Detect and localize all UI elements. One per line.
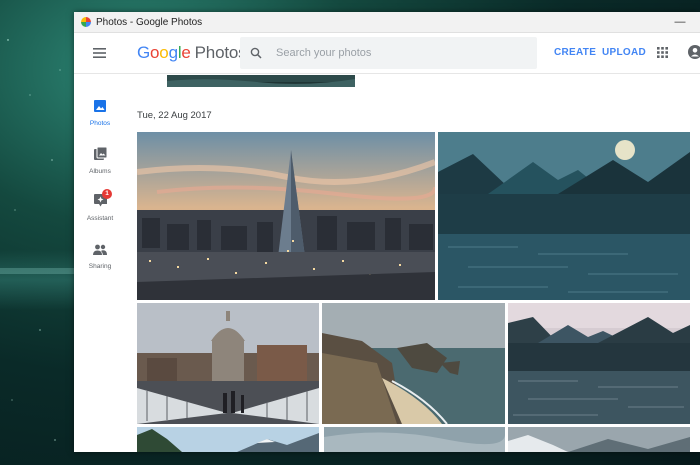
sidebar-item-label: Albums	[89, 168, 111, 175]
search-icon	[250, 47, 262, 59]
photo-thumbnail-previous[interactable]	[167, 75, 355, 87]
photo-mountain-lake-moon	[438, 132, 690, 300]
photo-grid: Tue, 22 Aug 2017	[137, 75, 700, 452]
photo-thumbnail[interactable]	[137, 303, 319, 424]
photo-mountain-snow	[137, 427, 319, 452]
sidebar-item-albums[interactable]: Albums	[74, 146, 126, 175]
account-icon[interactable]	[688, 45, 700, 59]
sidebar-item-label: Photos	[89, 120, 111, 127]
photo-thumbnail[interactable]	[322, 303, 505, 424]
photo-snowy-peak	[508, 427, 690, 452]
sidebar-item-photos[interactable]: Photos	[74, 99, 126, 127]
photo-thumbnail[interactable]	[438, 132, 690, 300]
sidebar-item-label: Sharing	[88, 263, 112, 270]
date-header: Tue, 22 Aug 2017	[137, 110, 212, 121]
notification-badge: 1	[102, 189, 112, 199]
photo-thumbnail[interactable]	[508, 303, 690, 424]
photo-thumbnail[interactable]	[324, 427, 505, 452]
desktop-wallpaper-stars	[0, 39, 75, 441]
logo-product-name: Photos	[194, 43, 247, 62]
photo-st-pauls-bridge	[137, 303, 319, 424]
google-photos-favicon	[81, 17, 91, 27]
photo-thumbnail[interactable]	[508, 427, 690, 452]
logo-letter-e: e	[181, 43, 191, 62]
search-bar[interactable]	[240, 37, 537, 69]
minimize-button[interactable]: —	[660, 16, 700, 28]
sharing-icon	[93, 244, 107, 255]
main-menu-button[interactable]	[74, 33, 124, 73]
apps-grid-icon[interactable]	[657, 47, 668, 58]
sidebar-nav: Photos Albums 1 Assistant Sharing	[74, 75, 126, 452]
photo-icon	[94, 100, 106, 112]
hamburger-menu-icon	[92, 48, 106, 58]
photo-london-skyline	[137, 132, 435, 300]
browser-window: Photos - Google Photos — GooglePhotos CR…	[74, 12, 700, 452]
sidebar-item-sharing[interactable]: Sharing	[74, 242, 126, 270]
logo-letter-o2: o	[159, 43, 169, 62]
google-photos-logo[interactable]: Google Photos	[137, 43, 247, 63]
photo-image	[167, 75, 355, 87]
sidebar-item-label: Assistant	[86, 215, 114, 222]
upload-button[interactable]: UPLOAD	[602, 47, 646, 58]
photo-thumbnail[interactable]	[137, 132, 435, 300]
albums-icon	[93, 146, 107, 160]
logo-letter-o1: o	[150, 43, 160, 62]
photo-cloudy-sky	[324, 427, 505, 452]
window-title: Photos - Google Photos	[96, 16, 203, 28]
photo-mountain-lake-twilight	[508, 303, 690, 424]
search-button[interactable]	[240, 47, 272, 59]
title-bar: Photos - Google Photos —	[74, 12, 700, 33]
app-header: GooglePhotos CREATE UPLOAD	[74, 33, 700, 74]
logo-letter-g: G	[137, 43, 151, 62]
create-button[interactable]: CREATE	[554, 47, 596, 58]
photo-thumbnail[interactable]	[137, 427, 319, 452]
sidebar-item-assistant[interactable]: 1 Assistant	[74, 189, 126, 222]
search-input[interactable]	[276, 47, 516, 59]
logo-letter-g2: g	[168, 43, 178, 62]
photo-coastal-cliffs	[322, 303, 505, 424]
